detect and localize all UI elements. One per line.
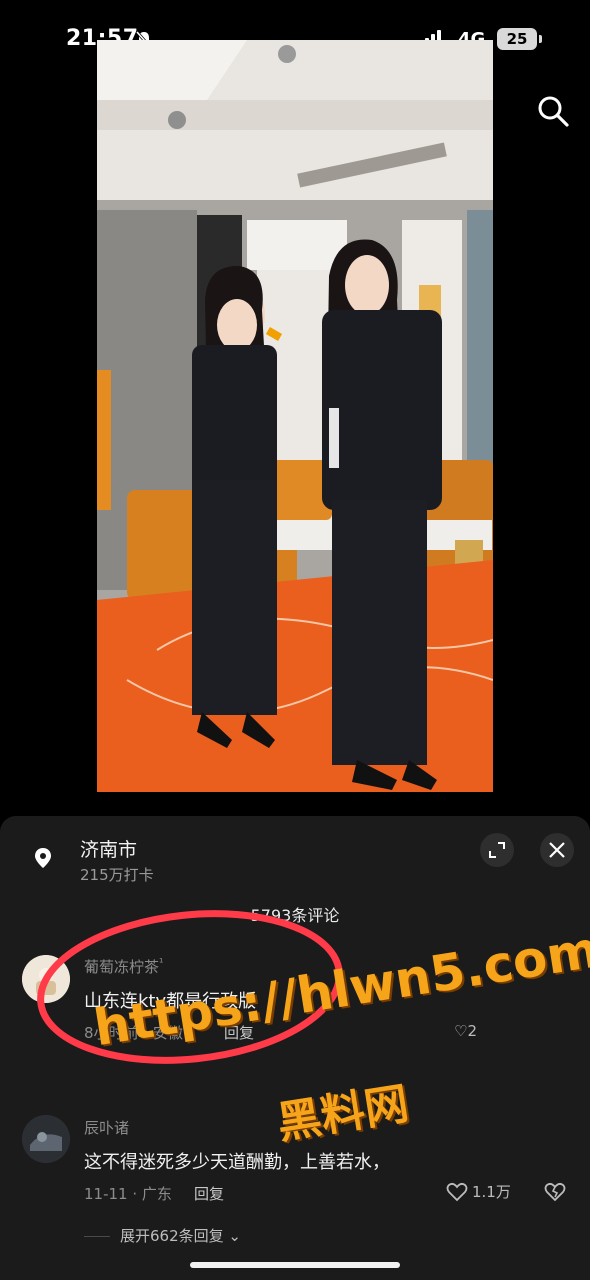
- video-player[interactable]: [97, 40, 493, 792]
- expand-replies-button[interactable]: 展开662条回复 ⌄: [84, 1225, 241, 1246]
- location-checkins: 215万打卡: [80, 866, 154, 884]
- expand-button[interactable]: [480, 833, 514, 867]
- like-count[interactable]: ♡2: [454, 1022, 477, 1040]
- like-count: 1.1万: [472, 1183, 511, 1201]
- comment-meta: 11-11 · 广东: [84, 1185, 172, 1203]
- divider-line: [84, 1236, 110, 1237]
- comment-username[interactable]: 辰卟诸: [84, 1117, 129, 1138]
- video-frame: [97, 40, 493, 792]
- reply-button[interactable]: 回复: [194, 1183, 224, 1204]
- comment-text: 这不得迷死多少天道酬勤，上善若水，: [84, 1152, 390, 1173]
- expand-replies-label: 展开662条回复: [120, 1227, 224, 1245]
- expand-icon: [489, 842, 505, 858]
- chevron-down-icon: ⌄: [223, 1227, 241, 1245]
- home-indicator[interactable]: [190, 1262, 400, 1268]
- like-button[interactable]: 1.1万: [446, 1181, 511, 1202]
- location-pin-icon: [35, 848, 51, 868]
- location-name[interactable]: 济南市: [80, 835, 137, 862]
- broken-heart-icon[interactable]: [544, 1182, 566, 1202]
- search-icon[interactable]: [536, 94, 570, 128]
- avatar[interactable]: [22, 1115, 70, 1163]
- heart-icon: [446, 1182, 468, 1201]
- close-button[interactable]: [540, 833, 574, 867]
- avatar-image: [22, 1115, 70, 1163]
- battery-indicator: 25: [497, 28, 542, 50]
- close-icon: [549, 842, 565, 858]
